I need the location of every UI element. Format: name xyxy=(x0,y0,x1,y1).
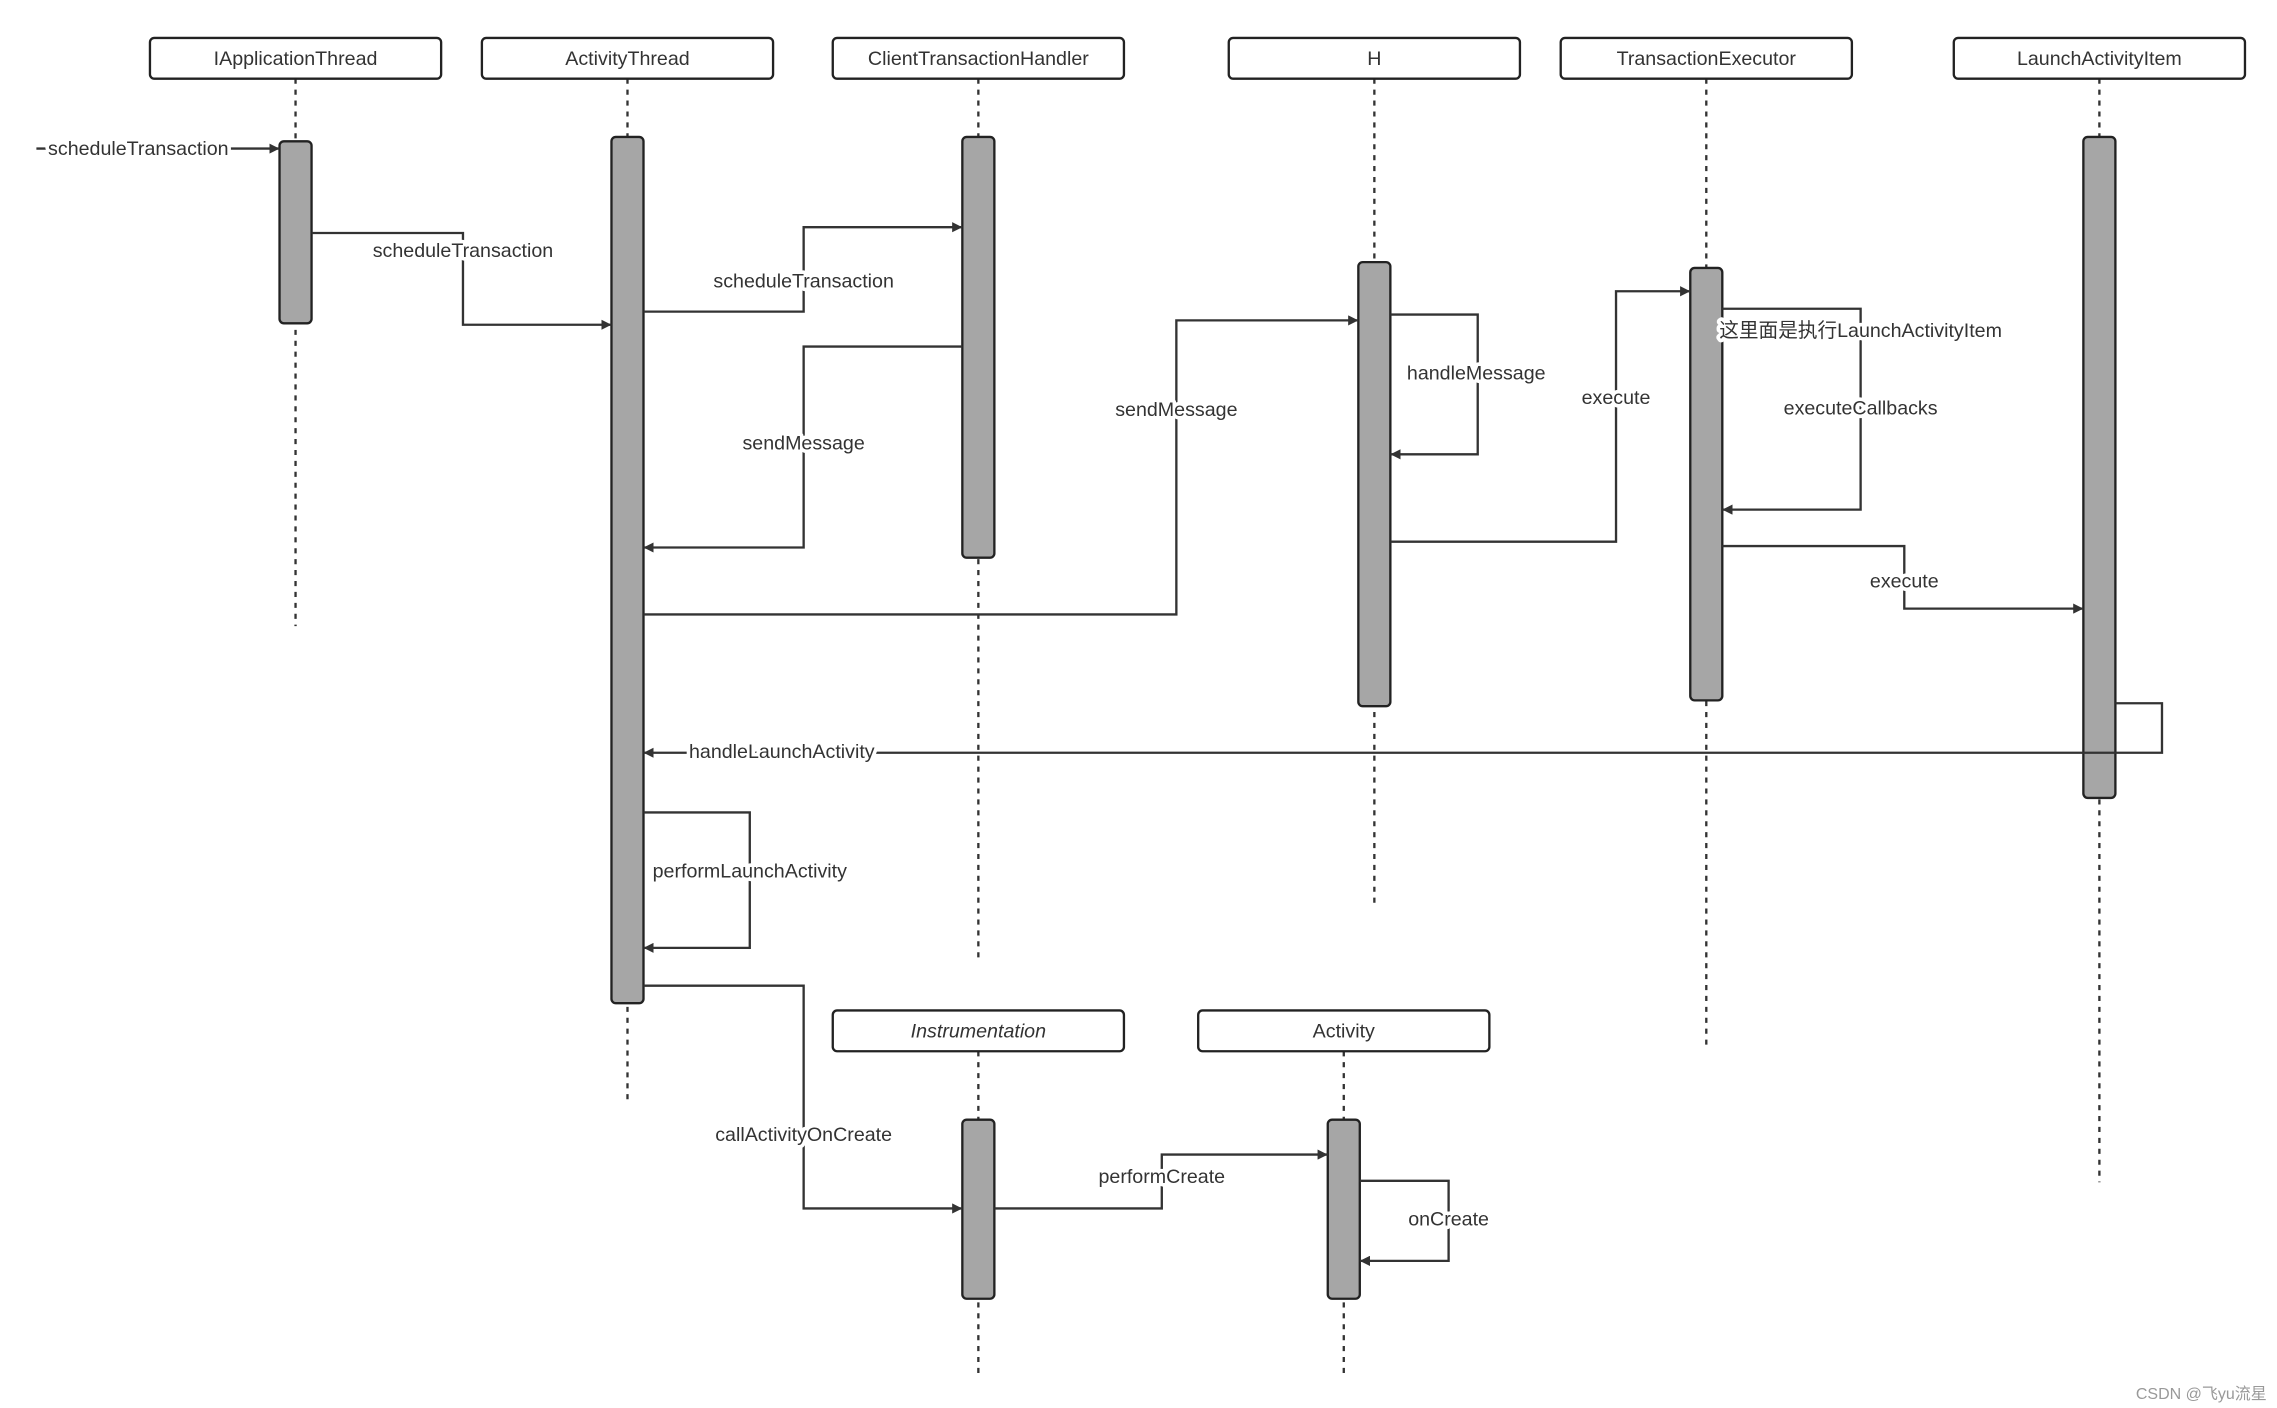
message-send-message-to-h: sendMessage xyxy=(643,315,1359,616)
message-handle-launch-activity: handleLaunchActivity xyxy=(643,702,2164,767)
activation-iapplicationthread xyxy=(278,140,313,325)
sequence-diagram: IApplicationThread ActivityThread Client… xyxy=(36,36,2267,1403)
message-schedule-transaction-to-activitythread: scheduleTransaction xyxy=(311,231,612,330)
participant-label: H xyxy=(1367,48,1381,70)
message-send-message-to-activitythread: sendMessage xyxy=(643,345,963,553)
watermark: CSDN @飞yu流星 xyxy=(2136,1385,2267,1403)
message-on-create: onCreate xyxy=(1359,1179,1493,1266)
message-label: sendMessage xyxy=(742,432,864,454)
activation-activitythread xyxy=(610,135,645,1005)
message-label: onCreate xyxy=(1408,1208,1489,1230)
message-label: execute xyxy=(1582,387,1651,409)
activation-instrumentation xyxy=(961,1118,996,1300)
message-execute-callbacks: 这里面是执行LaunchActivityItem executeCallback… xyxy=(1716,307,2006,515)
message-note: 这里面是执行LaunchActivityItem xyxy=(1719,320,2002,342)
activation-activity xyxy=(1326,1118,1361,1300)
participant-label: LaunchActivityItem xyxy=(2017,48,2182,70)
participant-activitythread: ActivityThread xyxy=(480,36,775,80)
participant-label: TransactionExecutor xyxy=(1617,48,1797,70)
activation-transactionexecutor xyxy=(1689,266,1724,702)
activations xyxy=(278,135,2117,1300)
participant-label: ActivityThread xyxy=(565,48,689,70)
message-perform-create: performCreate xyxy=(994,1149,1328,1210)
message-label: callActivityOnCreate xyxy=(715,1124,892,1146)
participant-label: Activity xyxy=(1313,1020,1375,1042)
activation-launchactivityitem xyxy=(2082,135,2117,800)
message-label: scheduleTransaction xyxy=(48,138,229,160)
message-schedule-transaction-incoming: scheduleTransaction xyxy=(36,135,280,164)
participant-instrumentation: Instrumentation xyxy=(831,1009,1126,1053)
participant-iapplicationthread: IApplicationThread xyxy=(148,36,443,80)
activation-h xyxy=(1357,260,1392,708)
participant-activity: Activity xyxy=(1197,1009,1491,1053)
participant-label: Instrumentation xyxy=(911,1020,1046,1042)
participant-label: IApplicationThread xyxy=(214,48,378,70)
message-label: handleLaunchActivity xyxy=(689,741,875,763)
message-label: scheduleTransaction xyxy=(713,271,894,293)
message-label: handleMessage xyxy=(1407,362,1546,384)
message-label: scheduleTransaction xyxy=(373,240,554,262)
participant-transactionexecutor: TransactionExecutor xyxy=(1559,36,1854,80)
message-label: sendMessage xyxy=(1115,399,1237,421)
participant-launchactivityitem: LaunchActivityItem xyxy=(1952,36,2247,80)
participant-clienttransactionhandler: ClientTransactionHandler xyxy=(831,36,1126,80)
message-execute-to-launchactivityitem: execute xyxy=(1722,544,2084,614)
participant-h: H xyxy=(1227,36,1522,80)
message-handle-message: handleMessage xyxy=(1390,313,1549,460)
activation-clienttransactionhandler xyxy=(961,135,996,559)
message-label: performCreate xyxy=(1098,1166,1225,1188)
message-label: performLaunchActivity xyxy=(653,860,847,882)
message-execute-to-transactionexecutor: execute xyxy=(1390,286,1691,543)
participant-label: ClientTransactionHandler xyxy=(868,48,1089,70)
message-label: executeCallbacks xyxy=(1784,397,1938,419)
message-label: execute xyxy=(1870,571,1939,593)
message-schedule-transaction-to-handler: scheduleTransaction xyxy=(643,222,963,313)
message-perform-launch-activity: performLaunchActivity xyxy=(643,811,851,953)
